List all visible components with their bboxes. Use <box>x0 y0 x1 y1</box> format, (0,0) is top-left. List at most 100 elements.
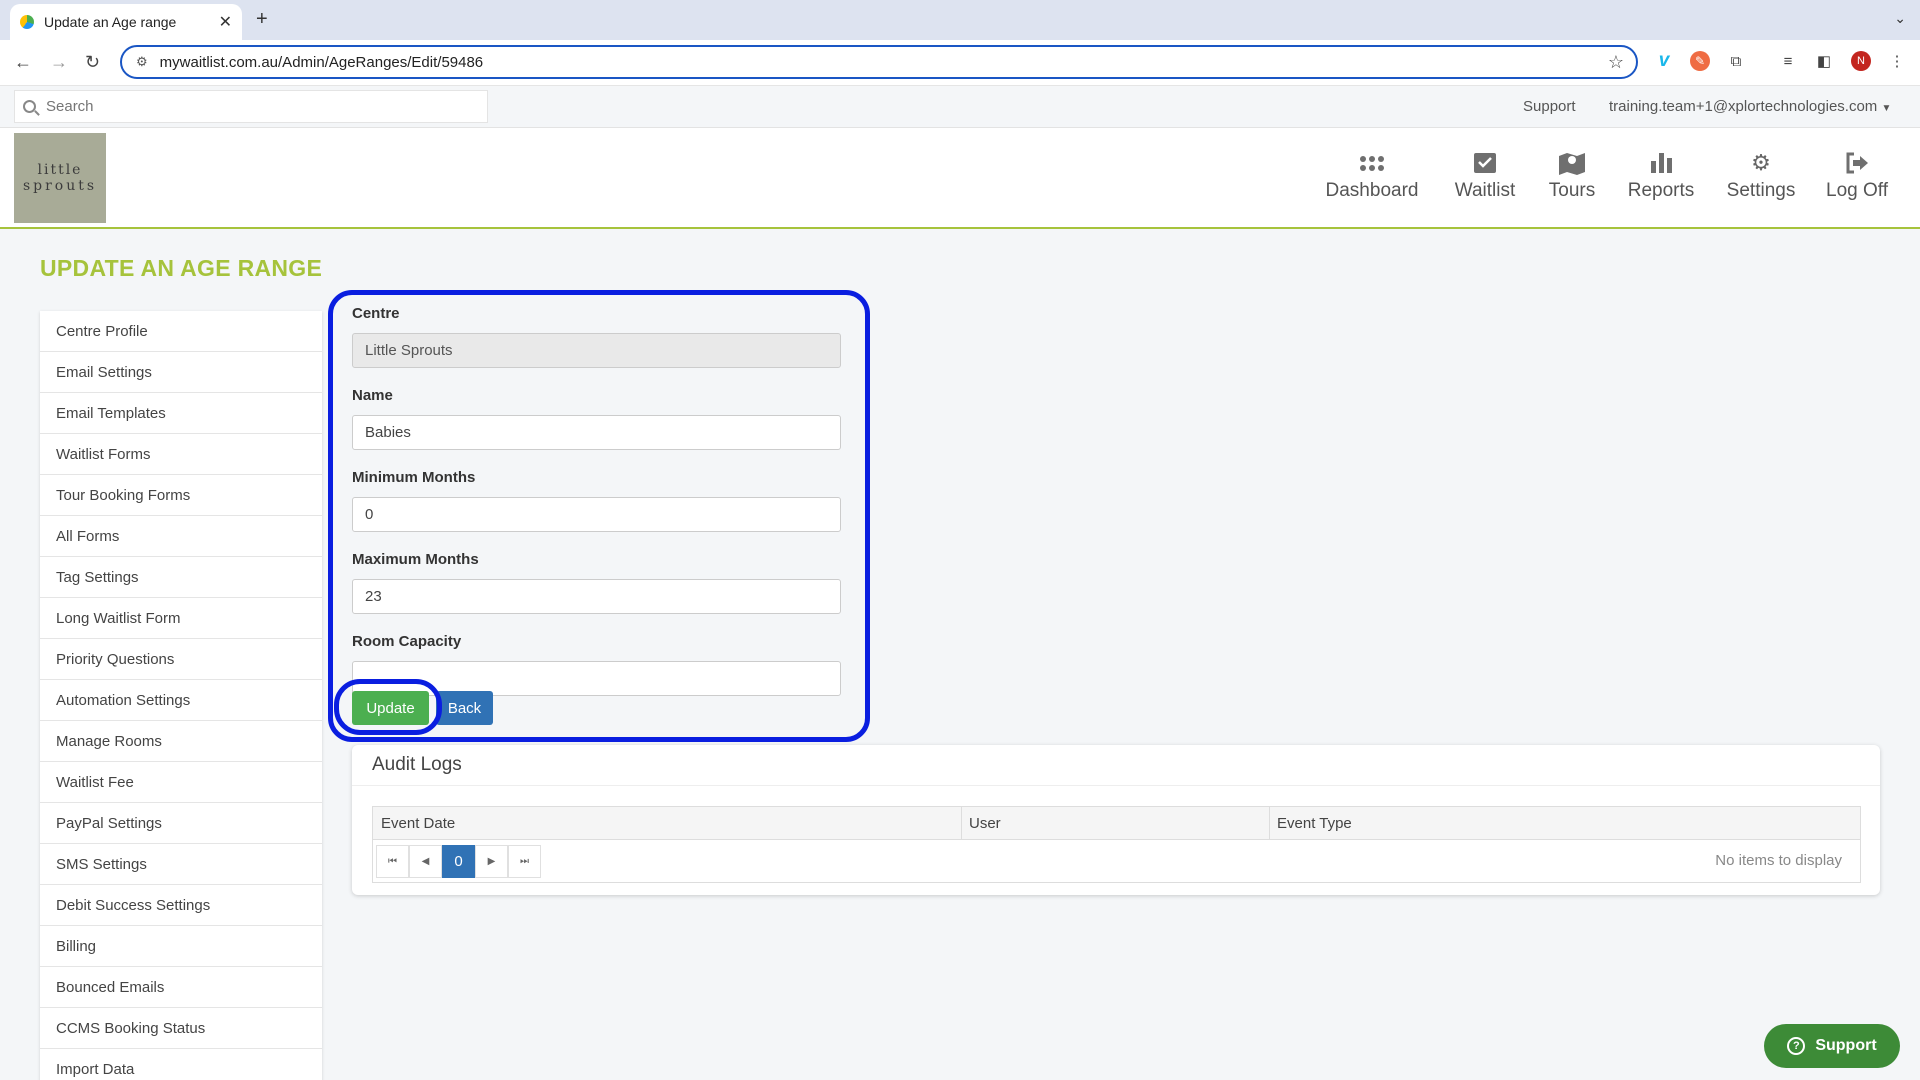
name-field[interactable] <box>352 415 841 450</box>
sidebar-item-debit-success-settings[interactable]: Debit Success Settings <box>40 885 322 926</box>
site-info-icon[interactable]: ⚙ <box>136 54 148 70</box>
nav-dashboard-label: Dashboard <box>1325 180 1419 201</box>
user-menu[interactable]: training.team+1@xplortechnologies.com ▼ <box>1609 98 1891 115</box>
column-header-event-date[interactable]: Event Date <box>381 815 455 832</box>
update-button[interactable]: Update <box>352 691 429 725</box>
dashboard-grid-icon <box>1322 150 1422 176</box>
nav-log-off[interactable]: Log Off <box>1822 150 1892 202</box>
audit-logs-panel: Audit Logs Event Date User Event Type ⏮ … <box>352 745 1880 895</box>
search-input[interactable] <box>46 98 466 115</box>
support-widget-label: Support <box>1815 1037 1877 1054</box>
nav-dashboard[interactable]: Dashboard <box>1322 150 1422 202</box>
close-tab-icon[interactable]: ✕ <box>219 12 232 32</box>
maximum-months-label: Maximum Months <box>352 551 479 568</box>
search-box[interactable] <box>14 90 488 123</box>
nav-settings[interactable]: ⚙ Settings <box>1722 150 1800 202</box>
room-capacity-label: Room Capacity <box>352 633 462 650</box>
sidebar-item-tour-booking-forms[interactable]: Tour Booking Forms <box>40 475 322 516</box>
nav-waitlist-label: Waitlist <box>1454 180 1516 201</box>
sidebar-item-billing[interactable]: Billing <box>40 926 322 967</box>
back-arrow-icon[interactable]: ← <box>14 52 32 73</box>
extensions-puzzle-icon[interactable]: ⧉ <box>1726 51 1746 71</box>
side-panel-icon[interactable]: ◧ <box>1814 51 1834 71</box>
browser-menu-icon[interactable]: ⋮ <box>1887 51 1907 71</box>
column-header-event-type[interactable]: Event Type <box>1277 815 1352 832</box>
nav-tours[interactable]: Tours <box>1540 150 1604 202</box>
sidebar-item-paypal-settings[interactable]: PayPal Settings <box>40 803 322 844</box>
age-range-form: Centre Name Minimum Months Maximum Month… <box>352 305 842 715</box>
no-items-message: No items to display <box>1715 852 1842 869</box>
centre-label: Centre <box>352 305 400 322</box>
divider <box>352 785 1880 786</box>
audit-logs-title: Audit Logs <box>372 754 462 775</box>
previous-page-icon[interactable]: ◀ <box>409 845 442 878</box>
last-page-icon[interactable]: ⏭ <box>508 845 541 878</box>
gear-icon: ⚙ <box>1751 150 1771 175</box>
sidebar-item-import-data[interactable]: Import Data <box>40 1049 322 1080</box>
nav-waitlist[interactable]: Waitlist <box>1450 150 1520 202</box>
bookmark-star-icon[interactable]: ☆ <box>1608 52 1624 73</box>
browser-tab[interactable]: Update an Age range ✕ <box>10 4 242 40</box>
favicon-icon <box>20 15 34 29</box>
map-marker-icon <box>1540 150 1604 176</box>
sidebar-item-waitlist-fee[interactable]: Waitlist Fee <box>40 762 322 803</box>
sidebar-item-bounced-emails[interactable]: Bounced Emails <box>40 967 322 1008</box>
search-icon <box>23 100 36 113</box>
support-widget-button[interactable]: ? Support <box>1764 1024 1900 1068</box>
nav-tours-label: Tours <box>1548 180 1596 201</box>
support-link[interactable]: Support <box>1523 98 1576 115</box>
sidebar-item-sms-settings[interactable]: SMS Settings <box>40 844 322 885</box>
column-header-user[interactable]: User <box>969 815 1001 832</box>
sidebar-item-ccms-booking-status[interactable]: CCMS Booking Status <box>40 1008 322 1049</box>
first-page-icon[interactable]: ⏮ <box>376 845 409 878</box>
url-text: mywaitlist.com.au/Admin/AgeRanges/Edit/5… <box>159 53 484 71</box>
forward-arrow-icon[interactable]: → <box>50 52 68 73</box>
help-question-icon: ? <box>1787 1037 1806 1055</box>
nav-reports[interactable]: Reports <box>1622 150 1700 202</box>
media-control-icon[interactable]: ≡ <box>1778 51 1798 71</box>
app-header: little sprouts Dashboard Waitlist Tours … <box>0 128 1920 229</box>
settings-sidebar: Centre Profile Email Settings Email Temp… <box>40 311 322 1080</box>
sidebar-item-all-forms[interactable]: All Forms <box>40 516 322 557</box>
grid-header: Event Date User Event Type <box>373 807 1860 840</box>
minimum-months-field[interactable] <box>352 497 841 532</box>
address-bar[interactable]: ⚙ mywaitlist.com.au/Admin/AgeRanges/Edit… <box>120 45 1638 79</box>
sidebar-item-email-templates[interactable]: Email Templates <box>40 393 322 434</box>
sidebar-item-centre-profile[interactable]: Centre Profile <box>40 311 322 352</box>
current-page-button[interactable]: 0 <box>442 845 475 878</box>
tab-search-icon[interactable]: ⌄ <box>1894 10 1906 27</box>
sidebar-item-automation-settings[interactable]: Automation Settings <box>40 680 322 721</box>
maximum-months-field[interactable] <box>352 579 841 614</box>
sidebar-item-priority-questions[interactable]: Priority Questions <box>40 639 322 680</box>
reload-icon[interactable]: ↻ <box>85 52 100 73</box>
sidebar-item-manage-rooms[interactable]: Manage Rooms <box>40 721 322 762</box>
sidebar-item-tag-settings[interactable]: Tag Settings <box>40 557 322 598</box>
sidebar-item-waitlist-forms[interactable]: Waitlist Forms <box>40 434 322 475</box>
profile-avatar[interactable]: N <box>1851 51 1871 71</box>
nav-logoff-label: Log Off <box>1826 180 1888 201</box>
waitlist-inbox-icon <box>1450 150 1520 176</box>
little-sprouts-logo[interactable]: little sprouts <box>14 133 106 223</box>
sidebar-item-long-waitlist-form[interactable]: Long Waitlist Form <box>40 598 322 639</box>
name-label: Name <box>352 387 393 404</box>
minimum-months-label: Minimum Months <box>352 469 476 486</box>
new-tab-icon[interactable]: + <box>256 8 268 31</box>
bar-chart-icon <box>1622 150 1700 176</box>
pagination: ⏮ ◀ 0 ▶ ⏭ <box>376 845 541 878</box>
app-top-bar: Support training.team+1@xplortechnologie… <box>0 86 1920 128</box>
page-title: UPDATE AN AGE RANGE <box>40 255 323 281</box>
tab-title: Update an Age range <box>44 14 177 30</box>
logo-line2: sprouts <box>22 178 98 194</box>
audit-logs-grid: Event Date User Event Type ⏮ ◀ 0 ▶ ⏭ No … <box>372 806 1861 883</box>
user-email: training.team+1@xplortechnologies.com <box>1609 98 1878 115</box>
sign-out-icon <box>1822 150 1892 176</box>
vimeo-extension-icon[interactable]: v <box>1654 50 1674 71</box>
column-divider <box>1269 807 1270 840</box>
back-button[interactable]: Back <box>436 691 493 725</box>
extension-icon[interactable]: ✎ <box>1690 51 1710 71</box>
nav-settings-label: Settings <box>1726 180 1796 201</box>
browser-toolbar: ← → ↻ ⚙ mywaitlist.com.au/Admin/AgeRange… <box>0 40 1920 86</box>
sidebar-item-email-settings[interactable]: Email Settings <box>40 352 322 393</box>
next-page-icon[interactable]: ▶ <box>475 845 508 878</box>
column-divider <box>961 807 962 840</box>
